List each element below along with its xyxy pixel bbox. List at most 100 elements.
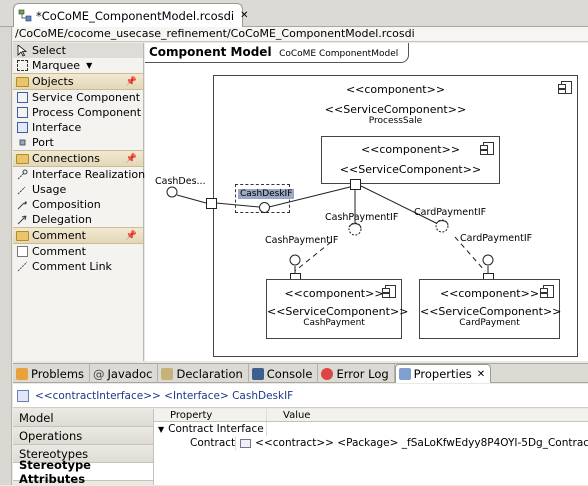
tab-label: Properties xyxy=(413,367,472,381)
selection-label: <<contractInterface>> <Interface> CashDe… xyxy=(35,389,294,402)
folder-icon xyxy=(16,76,29,87)
tab-declaration[interactable]: Declaration xyxy=(158,364,249,383)
palette-item-service-component[interactable]: Service Component xyxy=(13,90,143,105)
interface-lollipop xyxy=(259,202,270,213)
header-label: Property xyxy=(170,409,213,421)
palette-item-label: Marquee xyxy=(32,59,81,72)
palette: Select Marquee ▼ Objects 📌 Service Compo… xyxy=(13,43,146,361)
column-header-value[interactable]: Value xyxy=(267,409,310,421)
palette-select-tool[interactable]: Select xyxy=(13,43,143,58)
palette-item-port[interactable]: Port xyxy=(13,135,143,150)
tab-label: Problems xyxy=(31,366,85,381)
pin-icon[interactable]: 📌 xyxy=(126,77,137,87)
pin-icon[interactable]: 📌 xyxy=(126,154,137,164)
palette-item-process-component[interactable]: Process Component xyxy=(13,105,143,120)
component-cashpayment[interactable]: <<component>> <<ServiceComponent>> CashP… xyxy=(266,279,409,339)
palette-drawer-objects[interactable]: Objects 📌 xyxy=(13,73,143,90)
arrow-cursor-icon xyxy=(17,44,28,57)
diagram-file-icon xyxy=(18,9,32,23)
stereotype-label: <<ServiceComponent>> xyxy=(267,305,409,318)
label-cardpaymentif-lower: CardPaymentIF xyxy=(460,233,533,244)
tab-label: Stereotype Attributes xyxy=(19,457,91,486)
drawer-label: Comment xyxy=(32,229,86,242)
port[interactable] xyxy=(206,198,217,209)
realization-icon xyxy=(17,169,28,180)
comment-icon xyxy=(17,246,28,257)
tab-label: Model xyxy=(19,410,54,425)
palette-item-label: Interface Realization xyxy=(32,168,146,181)
palette-item-delegation[interactable]: Delegation xyxy=(13,212,143,227)
palette-item-label: Port xyxy=(32,136,54,149)
palette-item-comment-link[interactable]: Comment Link xyxy=(13,259,143,274)
palette-item-interface-realization[interactable]: Interface Realization xyxy=(13,167,146,182)
table-row-group[interactable]: ▼ Contract Interface xyxy=(154,422,588,436)
interface-cashdeskif-selection[interactable]: CashDeskIF xyxy=(235,184,295,213)
diagram-canvas[interactable]: Component Model CoCoME ComponentModel <<… xyxy=(145,43,588,361)
tab-label: Declaration xyxy=(176,366,243,381)
table-header: Property Value xyxy=(154,409,588,422)
component-icon xyxy=(17,107,28,118)
component-cardpayment[interactable]: <<component>> <<ServiceComponent>> CardP… xyxy=(419,279,562,339)
stereotype-label: <<ServiceComponent>> xyxy=(420,305,562,318)
tab-label: Error Log xyxy=(336,366,389,381)
tab-operations[interactable]: Operations xyxy=(13,427,153,445)
component-icon xyxy=(382,285,396,298)
composition-icon xyxy=(17,199,28,210)
palette-item-label: Usage xyxy=(32,183,67,196)
editor-tab-title: *CoCoME_ComponentModel.rcosdi xyxy=(36,8,235,23)
delegation-icon xyxy=(17,214,28,225)
tab-problems[interactable]: Problems xyxy=(13,364,91,383)
properties-icon xyxy=(398,368,411,380)
palette-item-interface[interactable]: Interface xyxy=(13,120,143,135)
palette-item-label: Comment Link xyxy=(32,260,112,273)
properties-table: Property Value ▼ Contract Interface Cont… xyxy=(153,409,588,485)
component-name: CardPayment xyxy=(459,318,520,328)
close-icon[interactable]: ✕ xyxy=(240,10,248,21)
palette-item-label: Service Component xyxy=(32,91,141,104)
tab-stereotype-attributes[interactable]: Stereotype Attributes xyxy=(13,458,153,486)
palette-item-label: Process Component xyxy=(32,106,142,119)
port-icon xyxy=(17,137,28,148)
chevron-down-icon[interactable]: ▼ xyxy=(86,61,92,70)
tab-javadoc[interactable]: @ Javadoc xyxy=(90,364,159,383)
pin-icon[interactable]: 📌 xyxy=(126,231,137,241)
column-header-property[interactable]: Property xyxy=(154,409,267,421)
usage-icon xyxy=(17,184,28,195)
contract-icon xyxy=(240,438,252,448)
palette-item-comment[interactable]: Comment xyxy=(13,244,143,259)
expand-triangle-icon[interactable]: ▼ xyxy=(158,425,164,434)
palette-item-composition[interactable]: Composition xyxy=(13,197,143,212)
component-name: CashPayment xyxy=(303,318,365,328)
label-cashpaymentif: CashPaymentIF xyxy=(325,212,399,223)
close-icon[interactable]: ✕ xyxy=(477,369,485,380)
palette-drawer-comment[interactable]: Comment 📌 xyxy=(13,227,143,244)
palette-drawer-connections[interactable]: Connections 📌 xyxy=(13,150,143,167)
view-tab-bar: Problems @ Javadoc Declaration Console E… xyxy=(13,363,588,383)
label-cardpaymentif: CardPaymentIF xyxy=(414,207,487,218)
tab-console[interactable]: Console xyxy=(249,364,319,383)
label-cashdes: CashDes... xyxy=(155,176,206,187)
component-icon xyxy=(17,92,28,103)
palette-item-usage[interactable]: Usage xyxy=(13,182,143,197)
tab-label: Javadoc xyxy=(107,366,153,381)
interface-icon xyxy=(17,122,28,133)
left-trim xyxy=(0,0,12,485)
table-row[interactable]: Contract <<contract>> <Package> _fSaLoKf… xyxy=(154,436,588,450)
tab-label: Console xyxy=(266,366,313,381)
palette-item-label: Comment xyxy=(32,245,86,258)
tab-properties[interactable]: Properties ✕ xyxy=(394,364,492,383)
folder-icon xyxy=(16,230,29,241)
palette-marquee-tool[interactable]: Marquee ▼ xyxy=(13,58,143,73)
editor-tab[interactable]: *CoCoME_ComponentModel.rcosdi ✕ xyxy=(13,3,248,27)
tab-model[interactable]: Model xyxy=(13,409,153,427)
problems-icon xyxy=(16,367,28,380)
at-sign-icon: @ xyxy=(93,366,105,381)
properties-selection-title: <<contractInterface>> <Interface> CashDe… xyxy=(13,384,588,408)
interface-label-cashdeskif: CashDeskIF xyxy=(238,189,295,199)
label-cashpaymentif-lower: CashPaymentIF xyxy=(265,235,339,246)
tab-error-log[interactable]: Error Log xyxy=(318,364,395,383)
property-value[interactable]: <<contract>> <Package> _fSaLoKfwEdyy8P4O… xyxy=(255,437,588,449)
port[interactable] xyxy=(350,179,361,190)
interface-icon xyxy=(17,389,29,402)
palette-item-label: Delegation xyxy=(32,213,92,226)
